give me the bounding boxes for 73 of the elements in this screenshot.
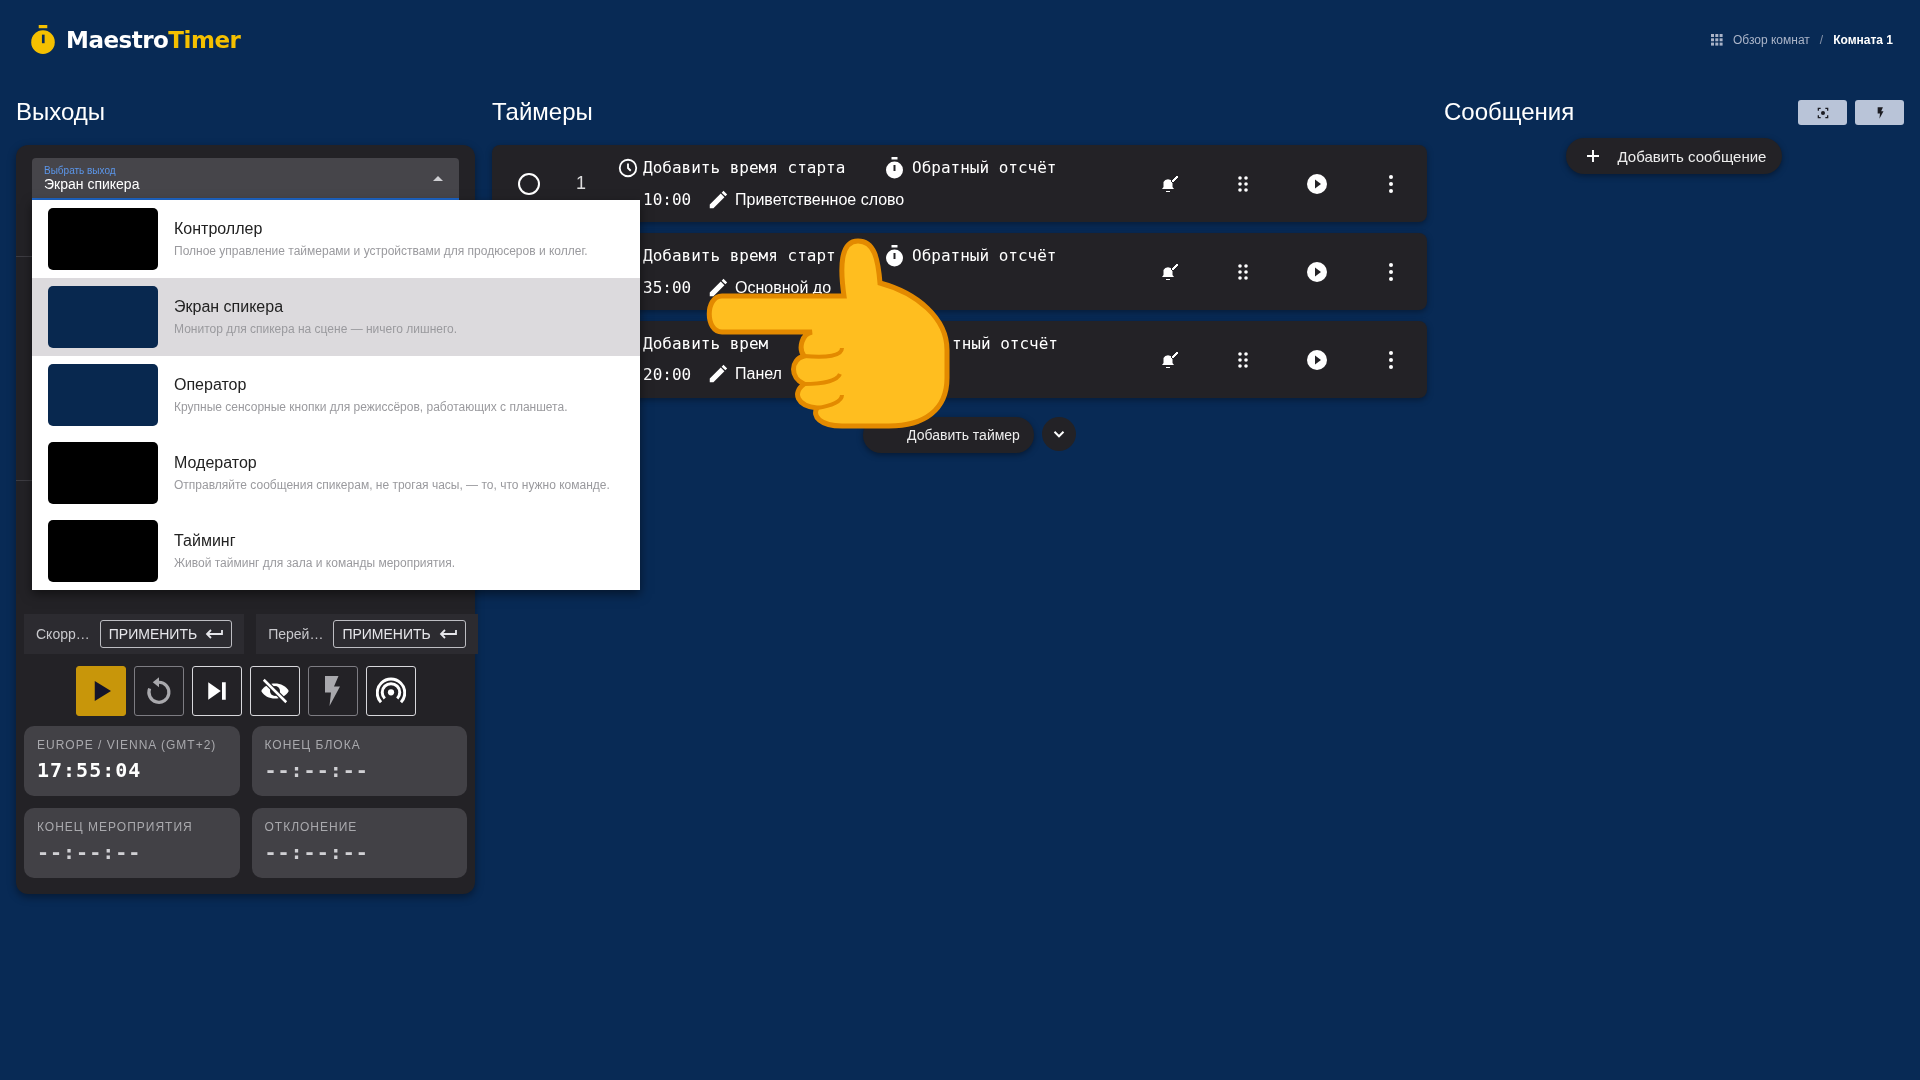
- dropdown-option[interactable]: Оператор Крупные сенсорные кнопки для режиссёров, работающих с планшета.: [32, 356, 640, 434]
- clock-icon: [617, 156, 639, 179]
- expand-button[interactable]: [1041, 417, 1076, 451]
- focus-icon: [1815, 105, 1830, 120]
- enter-icon: [438, 629, 457, 639]
- option-description: Живой тайминг для зала и команды мероприятия.: [174, 556, 456, 570]
- clock-value: --:--:--: [264, 758, 370, 782]
- lightning-icon: [325, 676, 340, 706]
- pencil-icon: [707, 276, 729, 299]
- start-time-link[interactable]: Добавить врем: [643, 334, 769, 353]
- duration-value[interactable]: 20:00: [643, 364, 695, 384]
- clock-value: --:--:--: [264, 840, 370, 864]
- timer-type-label[interactable]: тный отсчёт: [952, 334, 1058, 353]
- field-label: Скорр…: [36, 626, 90, 642]
- option-description: Полное управление таймерами и устройствами для продюсеров и коллег.: [174, 244, 588, 258]
- field-label: Перей…: [268, 626, 324, 642]
- apply-button[interactable]: ПРИМЕНИТЬ: [333, 620, 466, 648]
- radio-button[interactable]: [518, 172, 540, 195]
- broadcast-icon: [375, 676, 406, 706]
- timer-title[interactable]: Панел: [735, 365, 782, 383]
- broadcast-button[interactable]: [365, 666, 416, 716]
- clock-label: КОНЕЦ МЕРОПРИЯТИЯ: [37, 820, 194, 834]
- timer-type-label[interactable]: Обратный отсчёт: [912, 246, 1057, 265]
- timer-type-label[interactable]: Обратный отсчёт: [912, 158, 1057, 177]
- pencil-icon: [707, 363, 729, 385]
- clock-label: EUROPE / VIENNA (GMT+2): [37, 738, 218, 752]
- eye-off-icon: [259, 676, 290, 706]
- pencil-icon: [707, 188, 729, 211]
- grid-icon: [1710, 34, 1723, 46]
- clock-value: 17:55:04: [37, 758, 143, 782]
- duration-value[interactable]: 35:00: [643, 278, 695, 297]
- app-logo-text: MaestroTimer: [66, 27, 241, 53]
- play-icon[interactable]: [1305, 259, 1329, 284]
- timer-number: 1: [576, 173, 586, 194]
- duration-value[interactable]: 10:00: [643, 190, 695, 209]
- dropdown-option[interactable]: Модератор Отправляйте сообщения спикерам, не трогая часы, — то, что нужно команде.: [32, 434, 640, 512]
- timer-title[interactable]: Приветственное слово: [735, 190, 905, 209]
- play-icon[interactable]: [1305, 347, 1329, 372]
- hide-button[interactable]: [249, 666, 300, 716]
- option-description: Отправляйте сообщения спикерам, не трогая часы, — то, что нужно команде.: [174, 478, 610, 492]
- stopwatch-logo-icon: [30, 25, 56, 55]
- focus-button[interactable]: [1798, 100, 1847, 125]
- play-icon[interactable]: [1305, 171, 1329, 196]
- flash-button[interactable]: [1855, 100, 1904, 125]
- option-name: Оператор: [174, 376, 248, 394]
- play-button[interactable]: [75, 666, 126, 716]
- stopwatch-icon: [886, 244, 903, 267]
- breadcrumb-link[interactable]: Комната 1: [1833, 33, 1893, 47]
- option-description: Крупные сенсорные кнопки для режиссёров, работающих с планшета.: [174, 400, 568, 414]
- clock-label: КОНЕЦ БЛОКА: [264, 738, 362, 752]
- option-name: Модератор: [174, 454, 258, 472]
- clock-label: ОТКЛОНЕНИЕ: [264, 820, 359, 834]
- apply-button[interactable]: ПРИМЕНИТЬ: [99, 620, 233, 648]
- output-select[interactable]: Выбрать выход Экран спикера: [32, 158, 459, 200]
- section-title: Сообщения: [1444, 97, 1575, 127]
- dropdown-option[interactable]: Контроллер Полное управление таймерами и устройствами для продюсеров и коллег.: [32, 200, 640, 278]
- dropdown-option[interactable]: Экран спикера Монитор для спикера на сцене — ничего лишнего.: [32, 278, 640, 356]
- option-name: Тайминг: [174, 532, 237, 550]
- breadcrumb-separator: /: [1819, 33, 1824, 47]
- dropdown-option[interactable]: Тайминг Живой тайминг для зала и команды мероприятия.: [32, 512, 640, 590]
- option-name: Экран спикера: [174, 298, 285, 316]
- start-time-link[interactable]: Добавить время старт: [643, 246, 836, 265]
- add-message-button[interactable]: Добавить сообщение: [1565, 138, 1783, 174]
- section-title: Выходы: [16, 97, 107, 127]
- start-time-link[interactable]: Добавить время старта: [643, 158, 846, 177]
- option-description: Монитор для спикера на сцене — ничего лишнего.: [174, 322, 458, 336]
- section-title: Таймеры: [492, 97, 594, 127]
- option-name: Контроллер: [174, 220, 264, 238]
- enter-icon: [205, 629, 224, 639]
- next-button[interactable]: [191, 666, 242, 716]
- breadcrumb-link[interactable]: Обзор комнат: [1732, 33, 1810, 47]
- stopwatch-icon: [886, 156, 903, 179]
- clock-value: --:--:--: [37, 840, 143, 864]
